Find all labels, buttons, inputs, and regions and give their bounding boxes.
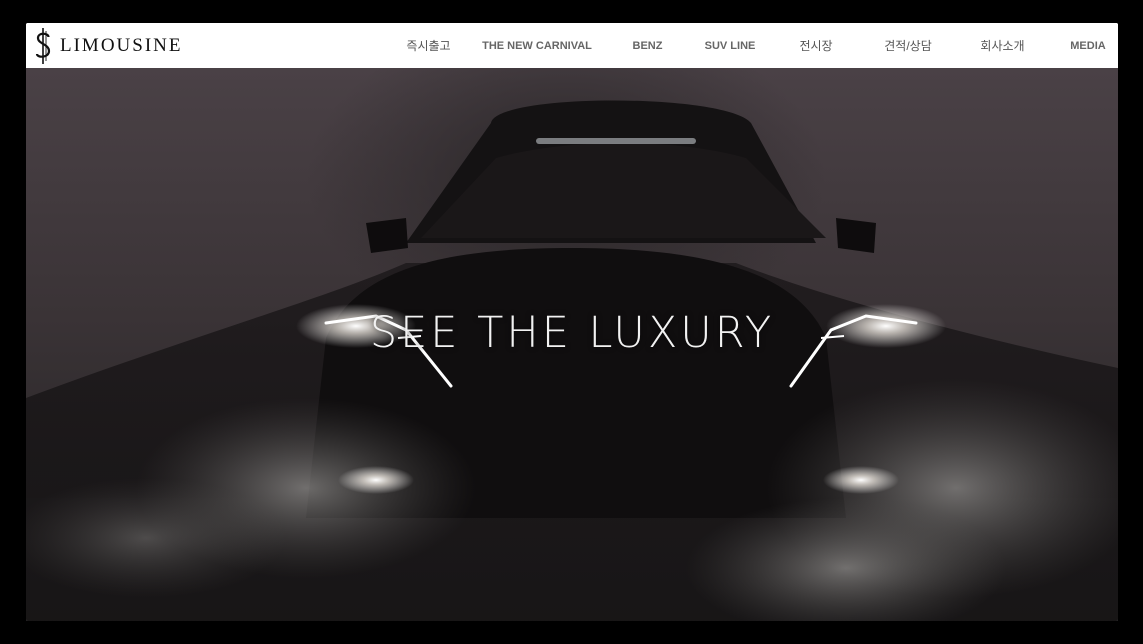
nav-item-showroom[interactable]: 전시장 bbox=[763, 37, 869, 54]
nav-item-media[interactable]: MEDIA bbox=[1058, 40, 1118, 52]
hero-banner: SEE THE LUXURY bbox=[26, 68, 1118, 621]
site-header: LIMOUSINE 즉시출고 THE NEW CARNIVAL BENZ SUV… bbox=[26, 23, 1118, 68]
nav-item-company-intro[interactable]: 회사소개 bbox=[947, 37, 1058, 54]
logo-wordmark: LIMOUSINE bbox=[60, 34, 183, 56]
hero-tagline: SEE THE LUXURY bbox=[369, 308, 775, 358]
nav-item-quote-consult[interactable]: 견적/상담 bbox=[869, 37, 947, 54]
dollar-s-monogram-icon bbox=[35, 27, 51, 64]
site-logo-link[interactable]: LIMOUSINE bbox=[34, 23, 183, 68]
nav-item-benz[interactable]: BENZ bbox=[598, 40, 697, 52]
nav-item-instant-release[interactable]: 즉시출고 bbox=[381, 37, 476, 54]
browser-viewport: LIMOUSINE 즉시출고 THE NEW CARNIVAL BENZ SUV… bbox=[26, 23, 1118, 621]
nav-item-the-new-carnival[interactable]: THE NEW CARNIVAL bbox=[476, 40, 598, 52]
nav-item-suv-line[interactable]: SUV LINE bbox=[697, 40, 763, 52]
main-nav: 즉시출고 THE NEW CARNIVAL BENZ SUV LINE 전시장 … bbox=[381, 23, 1118, 68]
